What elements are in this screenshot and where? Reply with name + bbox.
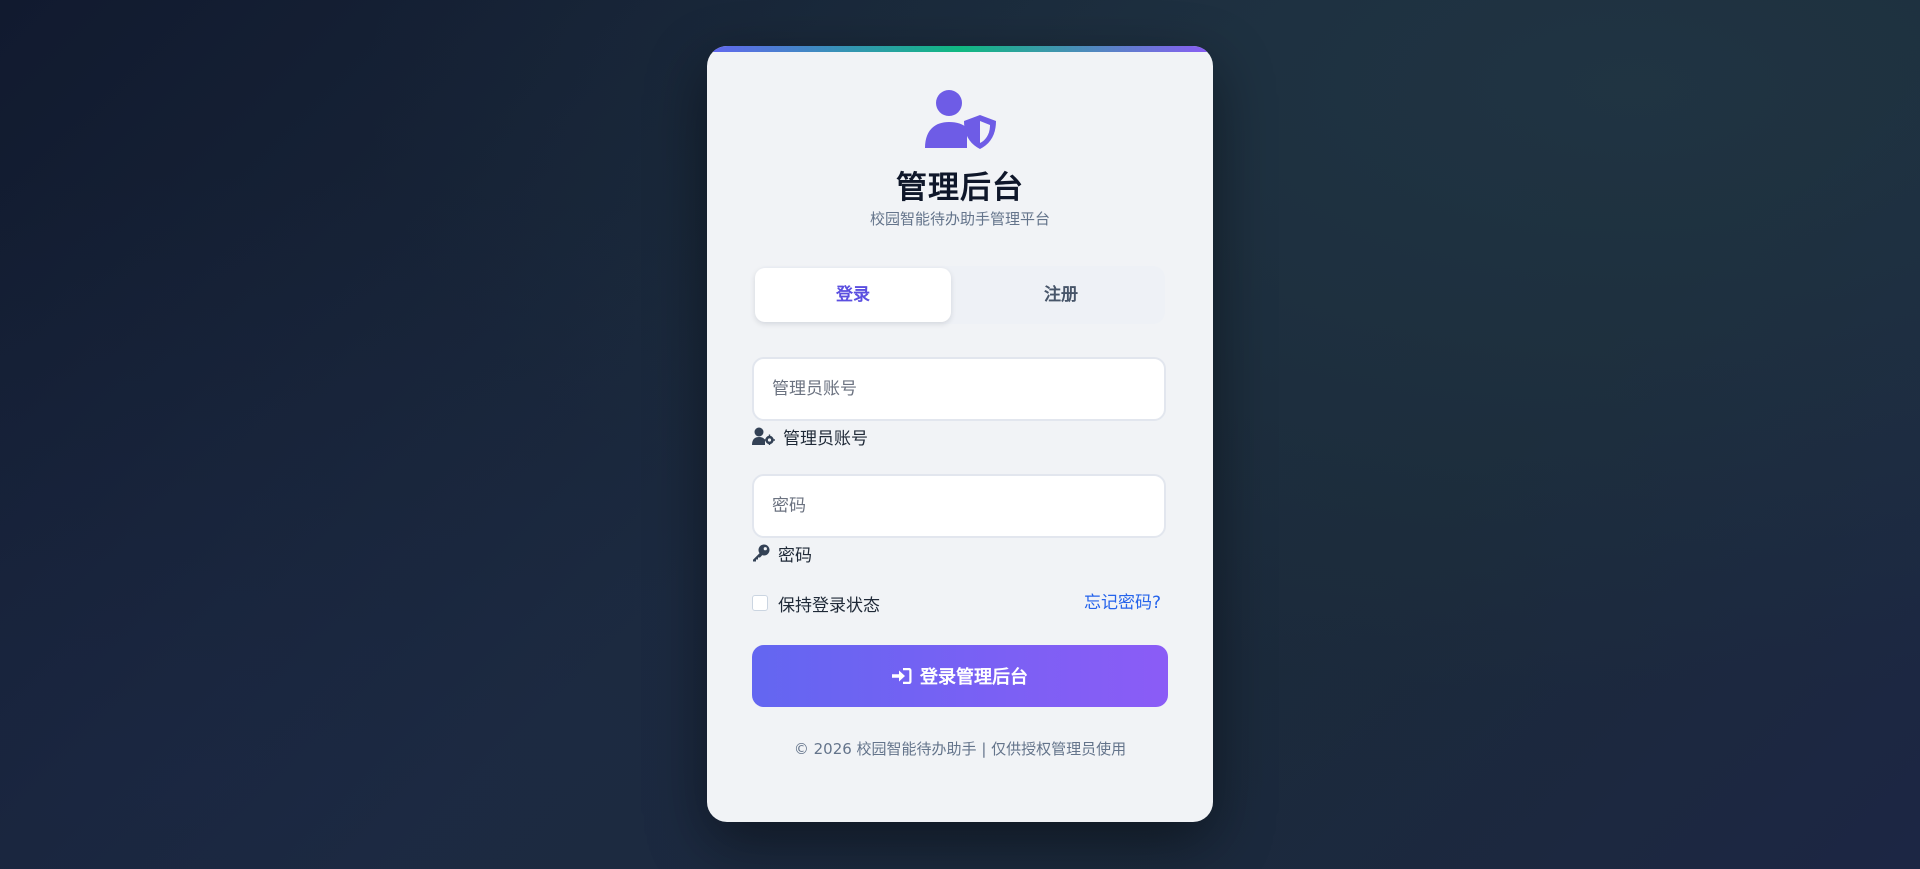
- password-label-text: 密码: [778, 545, 812, 566]
- page-title: 管理后台: [896, 170, 1024, 206]
- page-subtitle: 校园智能待办助手管理平台: [869, 210, 1050, 228]
- login-card: 管理后台 校园智能待办助手管理平台 登录 注册 管理员账号 密码 保持登录状态: [707, 46, 1213, 822]
- card-accent-bar: [707, 46, 1213, 52]
- account-field-label: 管理员账号: [752, 424, 868, 449]
- password-field-label: 密码: [752, 541, 812, 566]
- sign-in-icon: [892, 668, 912, 684]
- remember-label: 保持登录状态: [778, 595, 880, 616]
- user-gear-icon: [752, 427, 775, 445]
- forgot-password-link[interactable]: 忘记密码?: [1084, 591, 1161, 615]
- account-label-text: 管理员账号: [783, 428, 868, 449]
- password-input[interactable]: [752, 474, 1166, 538]
- remember-me[interactable]: 保持登录状态: [752, 591, 880, 616]
- tab-register[interactable]: 注册: [963, 268, 1159, 322]
- footer-copyright: © 2026 校园智能待办助手 | 仅供授权管理员使用: [793, 740, 1127, 758]
- auth-tabs: 登录 注册: [755, 266, 1165, 324]
- key-icon: [753, 544, 770, 562]
- login-submit-label: 登录管理后台: [920, 667, 1028, 688]
- tab-login[interactable]: 登录: [755, 268, 951, 322]
- login-submit-button[interactable]: 登录管理后台: [752, 645, 1168, 707]
- user-shield-icon: [925, 90, 997, 150]
- account-input[interactable]: [752, 357, 1166, 421]
- remember-checkbox[interactable]: [752, 595, 768, 611]
